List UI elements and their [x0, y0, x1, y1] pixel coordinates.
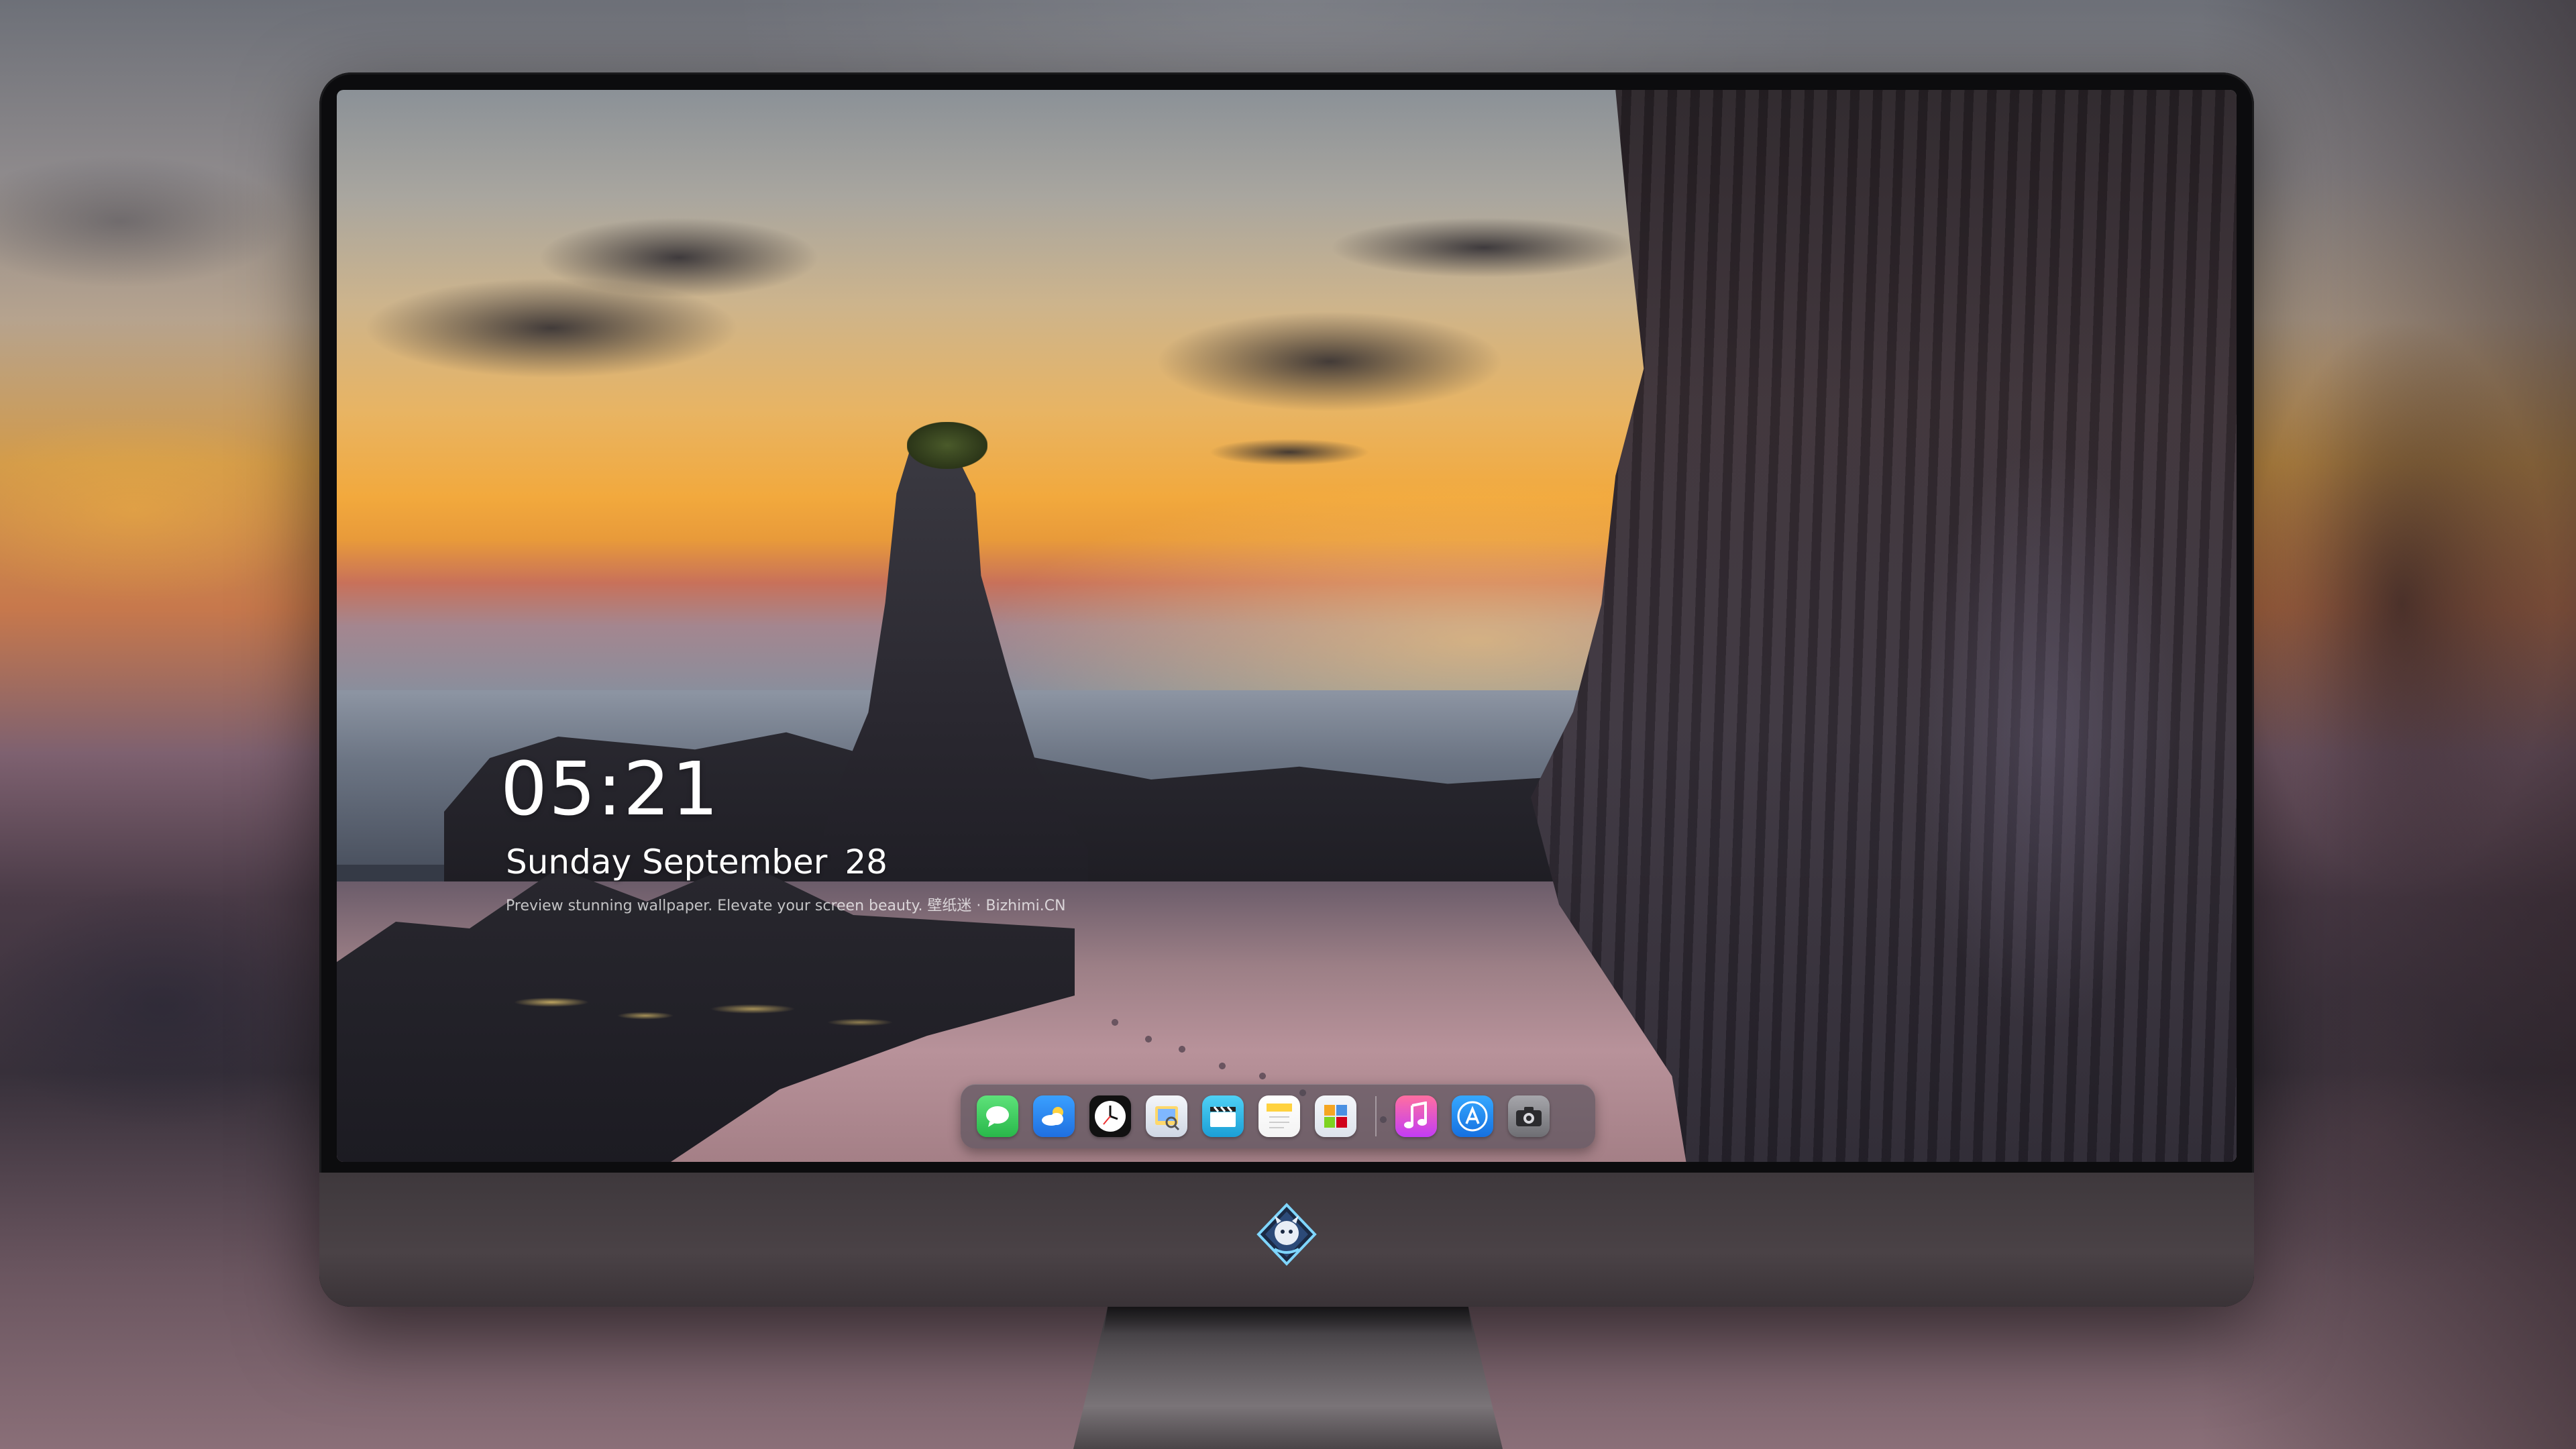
app-store-icon — [1457, 1101, 1488, 1132]
lock-date-number: 28 — [845, 843, 888, 881]
dock-app-camera[interactable] — [1508, 1095, 1550, 1137]
cloud — [1155, 311, 1504, 412]
notes-icon — [1267, 1104, 1292, 1128]
cloud-sun-icon — [1042, 1107, 1063, 1126]
cloud — [1330, 217, 1638, 278]
dock — [961, 1084, 1595, 1148]
dock-separator — [1375, 1096, 1377, 1136]
preview-icon — [1155, 1106, 1180, 1131]
clapperboard-icon — [1210, 1106, 1236, 1127]
camera-icon — [1516, 1107, 1542, 1126]
dock-app-claquette[interactable] — [1202, 1095, 1244, 1137]
monitor: 05:21 Sunday September 28 Preview stunnin… — [319, 72, 2254, 1307]
lock-clock: 05:21 — [500, 746, 720, 832]
monitor-stand-shadow — [1103, 1307, 1473, 1334]
dock-app-messages[interactable] — [977, 1095, 1018, 1137]
clock-icon — [1095, 1101, 1126, 1132]
lock-date: Sunday September 28 — [506, 843, 888, 881]
lock-date-day: Sunday September — [506, 843, 828, 881]
dock-app-preview[interactable] — [1146, 1095, 1187, 1137]
cliff-highlight — [1846, 258, 2237, 1130]
photo-grid-icon — [1324, 1105, 1347, 1128]
dock-app-app-store[interactable] — [1452, 1095, 1493, 1137]
music-note-icon — [1404, 1102, 1427, 1128]
cloud — [1209, 439, 1370, 466]
dock-app-photo-slideshow[interactable] — [1315, 1095, 1356, 1137]
sea-stack-vegetation — [907, 422, 987, 469]
dock-app-notes[interactable] — [1258, 1095, 1300, 1137]
mascot-logo-icon — [1254, 1202, 1319, 1267]
dock-app-weather[interactable] — [1033, 1095, 1075, 1137]
background-blur-right — [2200, 0, 2576, 1449]
message-bubble-icon — [986, 1106, 1009, 1127]
dock-app-music[interactable] — [1395, 1095, 1437, 1137]
water-glints — [471, 982, 941, 1036]
cloud — [538, 217, 820, 298]
lock-screen[interactable]: 05:21 Sunday September 28 Preview stunnin… — [337, 90, 2237, 1162]
wallpaper-caption: Preview stunning wallpaper. Elevate your… — [506, 898, 1066, 914]
dock-app-clock[interactable] — [1089, 1095, 1131, 1137]
